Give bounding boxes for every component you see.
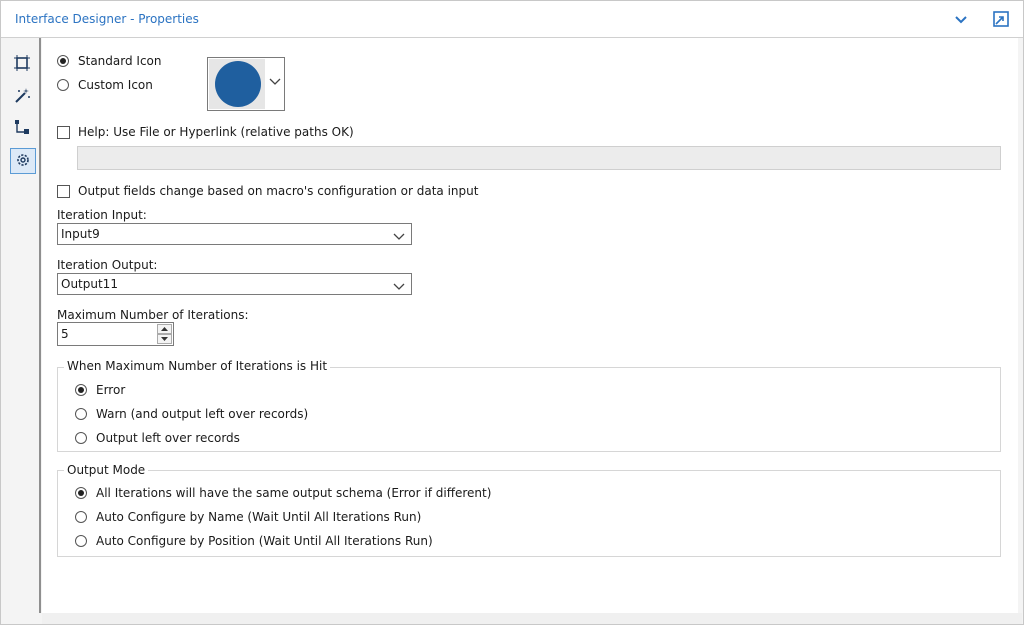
chevron-down-icon xyxy=(393,230,405,244)
output-mode-title: Output Mode xyxy=(64,463,149,477)
iteration-input-value: Input9 xyxy=(61,227,100,241)
max-hit-option-error-radio[interactable] xyxy=(75,384,87,396)
max-iterations-value: 5 xyxy=(61,327,69,341)
output-mode-by-position-radio[interactable] xyxy=(75,535,87,547)
iteration-input-label: Iteration Input: xyxy=(57,208,147,222)
layout-icon xyxy=(13,54,31,75)
output-mode-same-schema-radio[interactable] xyxy=(75,487,87,499)
output-mode-by-name-radio[interactable] xyxy=(75,511,87,523)
stepper-up-icon[interactable] xyxy=(157,324,172,334)
properties-window: Interface Designer - Properties Standard… xyxy=(0,0,1024,625)
max-iterations-label: Maximum Number of Iterations: xyxy=(57,308,249,322)
max-hit-option-label: Warn (and output left over records) xyxy=(96,407,309,421)
chevron-down-icon xyxy=(269,75,281,89)
gear-icon xyxy=(15,152,31,171)
circle-icon xyxy=(215,61,261,107)
help-label: Help: Use File or Hyperlink (relative pa… xyxy=(78,125,354,139)
iteration-input-select[interactable]: Input9 xyxy=(57,223,412,245)
sidebar-item-actions[interactable] xyxy=(10,84,34,108)
icon-picker[interactable] xyxy=(207,57,285,111)
max-hit-option-output-radio[interactable] xyxy=(75,432,87,444)
custom-icon-label: Custom Icon xyxy=(78,78,153,92)
iteration-output-label: Iteration Output: xyxy=(57,258,158,272)
help-checkbox[interactable] xyxy=(57,126,70,139)
standard-icon-label: Standard Icon xyxy=(78,54,162,68)
bottom-strip xyxy=(42,613,1022,624)
iteration-output-select[interactable]: Output11 xyxy=(57,273,412,295)
output-fields-checkbox[interactable] xyxy=(57,185,70,198)
popout-icon[interactable] xyxy=(991,9,1011,29)
custom-icon-radio[interactable] xyxy=(57,79,69,91)
max-iterations-stepper[interactable]: 5 xyxy=(57,322,174,346)
chevron-down-icon xyxy=(393,280,405,294)
sidebar-item-tree[interactable] xyxy=(10,116,34,140)
tree-icon xyxy=(13,118,31,139)
when-max-hit-title: When Maximum Number of Iterations is Hit xyxy=(64,359,331,373)
window-title: Interface Designer - Properties xyxy=(15,12,199,26)
magic-wand-icon xyxy=(13,86,31,107)
title-bar: Interface Designer - Properties xyxy=(1,1,1023,38)
output-mode-option-label: Auto Configure by Position (Wait Until A… xyxy=(96,534,433,548)
max-hit-option-label: Error xyxy=(96,383,126,397)
properties-panel: Standard Icon Custom Icon Help: Use File… xyxy=(42,38,1018,613)
sidebar xyxy=(1,38,41,613)
output-mode-option-label: Auto Configure by Name (Wait Until All I… xyxy=(96,510,422,524)
icon-swatch xyxy=(209,59,265,109)
max-hit-option-warn-radio[interactable] xyxy=(75,408,87,420)
sidebar-item-layout[interactable] xyxy=(10,52,34,76)
sidebar-item-properties[interactable] xyxy=(10,148,36,174)
output-fields-label: Output fields change based on macro's co… xyxy=(78,184,479,198)
iteration-output-value: Output11 xyxy=(61,277,118,291)
output-mode-option-label: All Iterations will have the same output… xyxy=(96,486,492,500)
chevron-down-icon[interactable] xyxy=(951,9,971,29)
max-hit-option-label: Output left over records xyxy=(96,431,240,445)
standard-icon-radio[interactable] xyxy=(57,55,69,67)
stepper-down-icon[interactable] xyxy=(157,334,172,344)
help-path-input[interactable] xyxy=(77,146,1001,170)
